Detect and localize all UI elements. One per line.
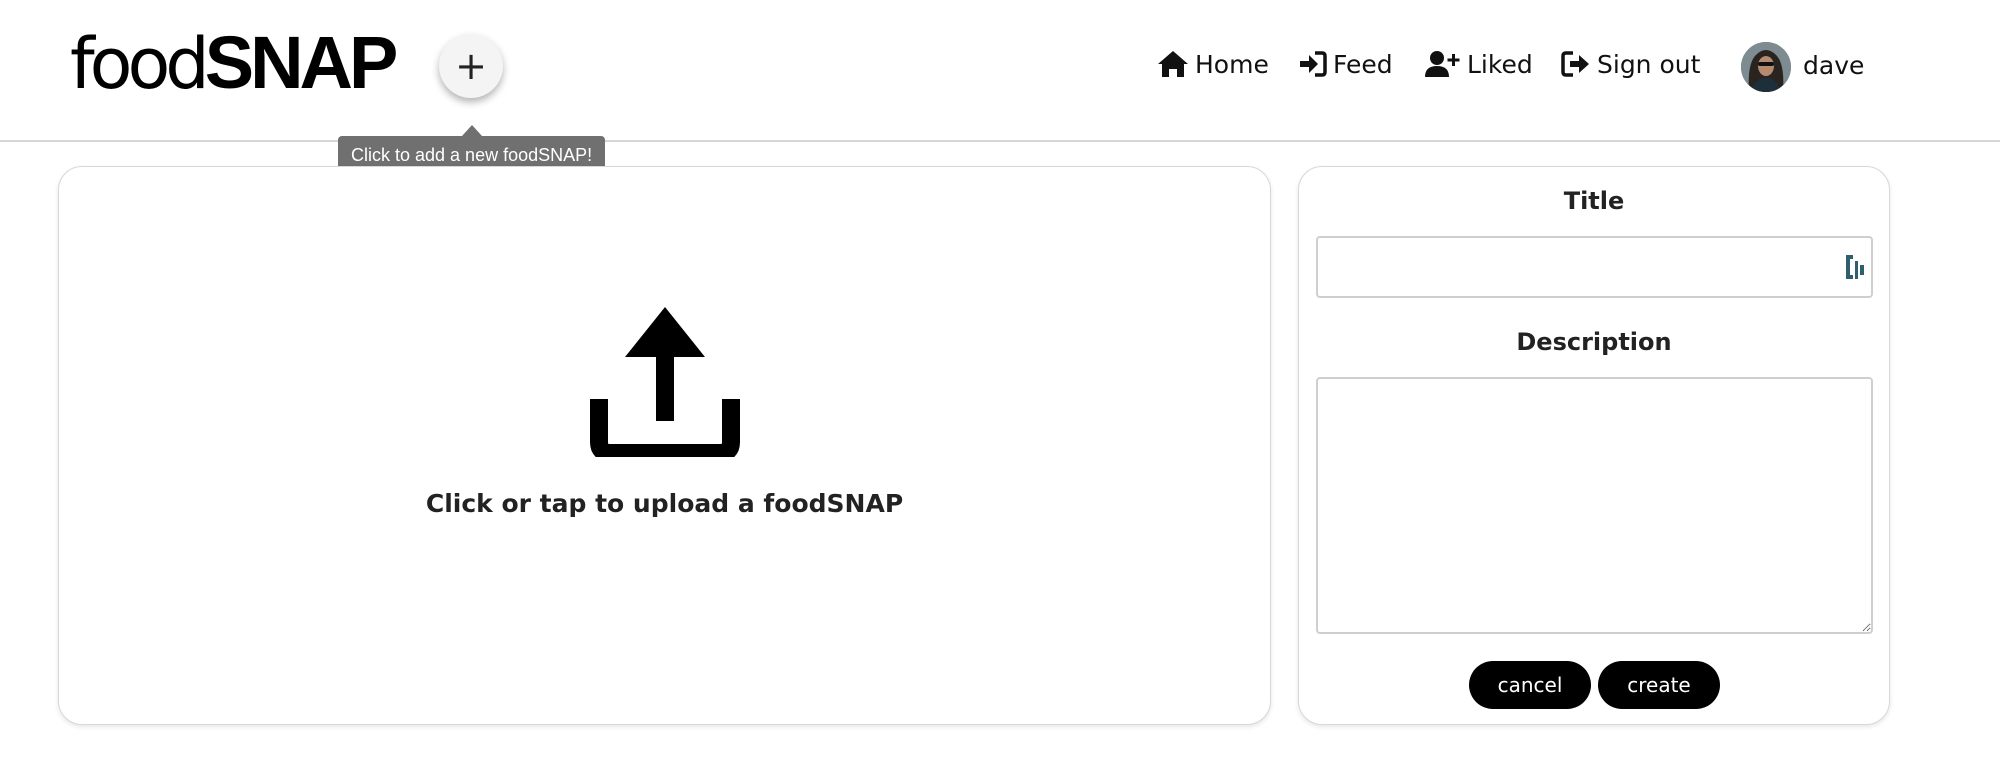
description-label: Description (1516, 328, 1672, 356)
app-logo[interactable]: foodSNAP (70, 26, 398, 100)
username[interactable]: dave (1803, 46, 1864, 86)
plus-icon: + (455, 44, 487, 88)
title-label: Title (1563, 187, 1625, 215)
nav-liked[interactable]: Liked (1425, 44, 1533, 84)
snap-form: Title Description cancel create (1298, 166, 1890, 725)
avatar[interactable] (1741, 42, 1791, 92)
user-plus-icon (1425, 51, 1460, 77)
nav-sign-out-label: Sign out (1597, 49, 1701, 79)
logo-food: food (70, 23, 210, 105)
upload-icon (590, 307, 740, 457)
create-button[interactable]: create (1598, 661, 1720, 709)
nav-feed[interactable]: Feed (1299, 44, 1393, 84)
nav-home[interactable]: Home (1157, 44, 1269, 84)
home-icon (1158, 51, 1188, 77)
password-manager-icon[interactable] (1845, 255, 1865, 279)
avatar-image (1741, 42, 1791, 92)
top-navbar: foodSNAP + Home Feed Liked Sign out dave (0, 0, 2000, 142)
nav-sign-out[interactable]: Sign out (1561, 44, 1700, 84)
add-foodsnap-button[interactable]: + (439, 34, 503, 98)
tooltip-arrow (462, 125, 482, 136)
nav-liked-label: Liked (1467, 49, 1533, 79)
sign-in-icon (1300, 51, 1327, 77)
title-input[interactable] (1316, 236, 1873, 298)
nav-feed-label: Feed (1333, 49, 1393, 79)
cancel-button[interactable]: cancel (1469, 661, 1591, 709)
description-input[interactable] (1316, 377, 1873, 634)
upload-dropzone[interactable]: Click or tap to upload a foodSNAP (58, 166, 1271, 725)
upload-prompt: Click or tap to upload a foodSNAP (425, 489, 904, 518)
nav-home-label: Home (1195, 49, 1269, 79)
sign-out-icon (1561, 51, 1589, 77)
logo-snap: SNAP (204, 21, 399, 104)
